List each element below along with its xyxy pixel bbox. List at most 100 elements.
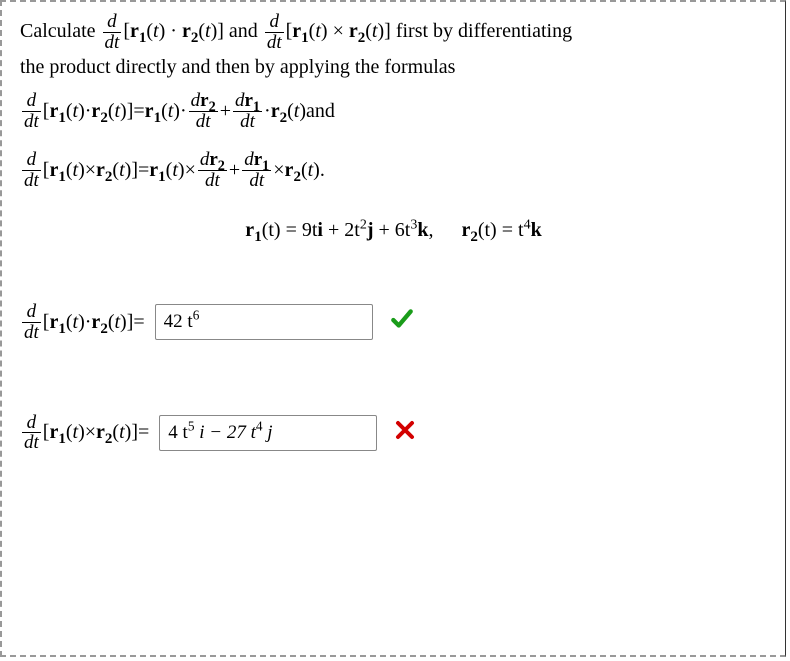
d: d: [244, 149, 254, 170]
frac-den: dt: [22, 322, 41, 343]
val: 4 t: [168, 422, 188, 443]
r1-sym: r1: [292, 20, 308, 42]
dot-op: ·: [85, 311, 92, 334]
r: r: [271, 100, 280, 122]
r: r: [244, 90, 252, 111]
exp: 2: [360, 217, 367, 232]
r: r: [254, 149, 262, 170]
r2-def: r2(t) = t4k: [461, 219, 541, 242]
eq: =: [138, 159, 149, 182]
lp: (: [198, 20, 205, 42]
val: i − 27 t: [194, 422, 255, 443]
ddt-dot-expr: d dt [r1(t) · r2(t)]: [101, 20, 229, 42]
given-functions: r1(t) = 9ti + 2t2j + 6t3k, r2(t) = t4k: [20, 219, 767, 242]
formula-cross-rule: d dt [r1(t) × r2(t)] = r1(t) × dr2 dt + …: [20, 150, 767, 191]
plus: +: [229, 159, 240, 182]
t: t: [73, 100, 79, 123]
sub1: 1: [301, 30, 309, 46]
dr1dt-frac: dr1 dt: [242, 150, 271, 191]
t: t: [73, 159, 79, 182]
lbracket: [: [43, 159, 50, 182]
txt: (t) = 9t: [262, 219, 318, 241]
rbracket: ]: [217, 20, 224, 42]
frac-num: d: [22, 302, 41, 322]
r: r: [49, 421, 58, 443]
sub2: 2: [293, 169, 301, 185]
t: t: [114, 100, 120, 123]
dr2dt-frac: dr2 dt: [198, 150, 227, 191]
comma: ,: [428, 219, 433, 241]
dot-op: ·: [85, 100, 92, 123]
r2-sym: r2: [96, 421, 112, 444]
r: r: [91, 311, 100, 333]
answer-cross-row: d dt [r1(t) × r2(t)] = 4 t5 i − 27 t4 j: [20, 413, 767, 454]
frac-num: d: [22, 413, 41, 433]
sub2: 2: [470, 229, 478, 245]
txt: (t) = t: [478, 219, 524, 241]
t: t: [119, 421, 125, 444]
x-icon: [393, 418, 417, 448]
sub1: 1: [158, 169, 166, 185]
rbracket: ]: [127, 311, 134, 334]
sub1: 1: [58, 321, 66, 337]
sub1: 1: [154, 110, 162, 126]
plus: +: [220, 100, 231, 123]
r2-sym: r2: [91, 311, 107, 334]
r1-sym: r1: [245, 219, 261, 241]
calc-word: Calculate: [20, 20, 101, 42]
r: r: [96, 421, 105, 443]
cross-op: ×: [85, 421, 96, 444]
r: r: [182, 20, 191, 42]
exp: 4: [256, 419, 263, 434]
dr2dt-frac: dr2 dt: [189, 91, 218, 132]
r1-sym: r1: [130, 20, 146, 42]
val: 42 t: [164, 311, 193, 332]
and-word: and: [229, 20, 263, 42]
sub2: 2: [105, 431, 113, 447]
dot-op: ·: [165, 20, 182, 42]
lbracket: [: [43, 100, 50, 123]
answer-cross-input[interactable]: 4 t5 i − 27 t4 j: [159, 415, 377, 451]
frac-den: dt: [22, 111, 41, 132]
r2-sym: r2: [209, 149, 225, 170]
ddt-cross-expr: d dt [r1(t) × r2(t)]: [263, 20, 396, 42]
t: t: [73, 311, 79, 334]
r1-sym: r1: [149, 159, 165, 182]
cross-op: ×: [328, 20, 349, 42]
lbracket: [: [43, 421, 50, 444]
r2-sym: r2: [349, 20, 365, 42]
r2-sym: r2: [461, 219, 477, 241]
sub1: 1: [254, 229, 262, 245]
r: r: [49, 100, 58, 122]
eq: =: [133, 311, 144, 334]
t: t: [308, 159, 314, 182]
lp: (: [365, 20, 372, 42]
t: t: [119, 159, 125, 182]
frac-num: d: [265, 12, 284, 32]
r: r: [49, 311, 58, 333]
ddt-frac: d dt: [22, 302, 41, 343]
formula-and: and: [306, 100, 335, 123]
answer-dot-input[interactable]: 42 t6: [155, 304, 373, 340]
r: r: [200, 90, 208, 111]
r2-sym: r2: [271, 100, 287, 123]
r: r: [149, 159, 158, 181]
frac-num: d: [103, 12, 122, 32]
question-container: Calculate d dt [r1(t) · r2(t)] and d dt …: [0, 0, 786, 657]
problem-intro: Calculate d dt [r1(t) · r2(t)] and d dt …: [20, 12, 767, 81]
ddt-frac: d dt: [103, 12, 122, 53]
calc-suffix: first by differentiating: [396, 20, 572, 42]
sub2: 2: [280, 110, 288, 126]
sub1: 1: [58, 169, 66, 185]
rbracket: ]: [131, 421, 138, 444]
r1-sym: r1: [244, 90, 260, 111]
t: t: [114, 311, 120, 334]
dr1dt-frac: dr1 dt: [233, 91, 262, 132]
r1-sym: r1: [49, 100, 65, 123]
t: t: [172, 159, 178, 182]
eq: =: [133, 100, 144, 123]
r: r: [130, 20, 139, 42]
r2-sym: r2: [91, 100, 107, 123]
rbracket: ]: [384, 20, 391, 42]
eq: =: [138, 421, 149, 444]
